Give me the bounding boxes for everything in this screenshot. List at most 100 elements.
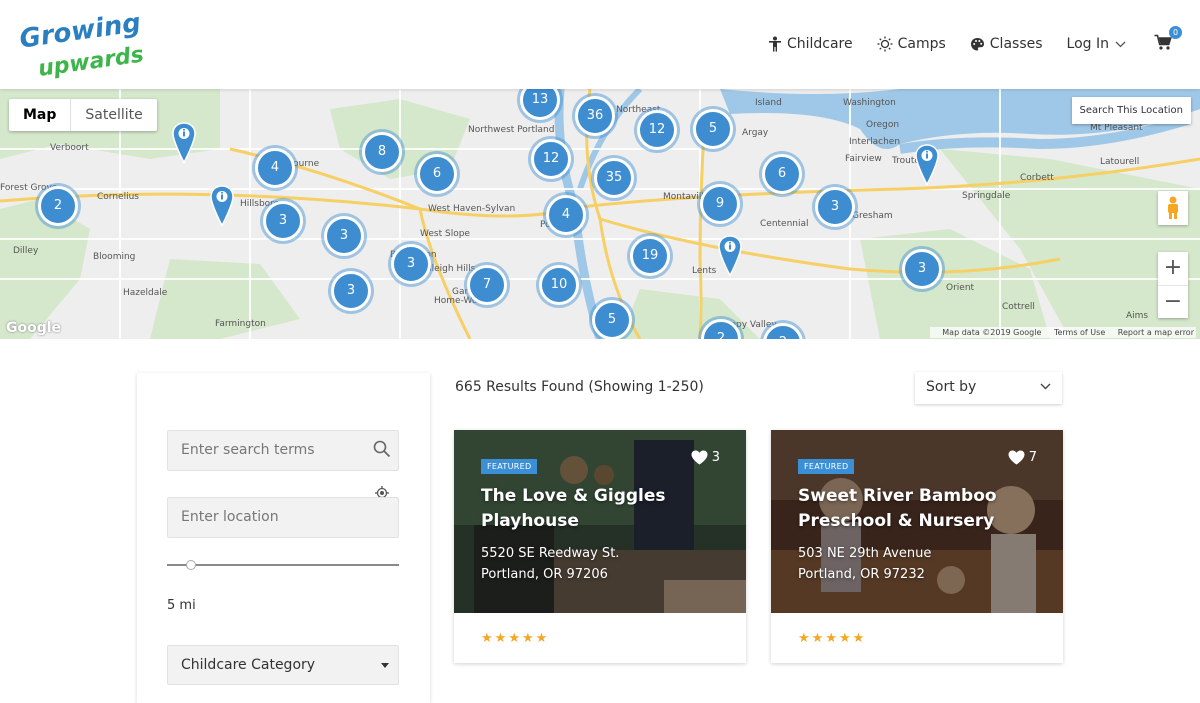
star-icon: ★ xyxy=(798,631,810,646)
favorite-count: 7 xyxy=(1028,450,1037,465)
nav-camps[interactable]: Camps xyxy=(877,36,946,52)
map-pin-marker[interactable] xyxy=(210,185,234,227)
search-terms-input[interactable]: Enter search terms xyxy=(167,430,399,471)
login-menu[interactable]: Log In xyxy=(1067,36,1126,52)
google-logo: Google xyxy=(6,320,62,336)
map-place-label: Centennial xyxy=(760,219,809,229)
map-cluster-marker[interactable]: 35 xyxy=(594,158,634,198)
caret-down-icon xyxy=(381,663,389,668)
nav-childcare[interactable]: Childcare xyxy=(768,36,853,52)
radius-slider-handle[interactable] xyxy=(186,560,196,570)
map-place-label: Springdale xyxy=(962,191,1011,201)
map-place-label: Latourell xyxy=(1100,157,1140,167)
nav-classes[interactable]: Classes xyxy=(970,36,1043,52)
favorite-count: 3 xyxy=(711,450,720,465)
favorite-button[interactable]: 7 xyxy=(1008,450,1037,465)
map-place-label: Blooming xyxy=(93,252,136,262)
listing-title[interactable]: Sweet River Bamboo Preschool & Nursery xyxy=(798,484,1038,534)
sun-icon xyxy=(877,36,893,52)
map-report-link[interactable]: Report a map error xyxy=(1118,328,1194,337)
listing-photo: FEATURED 3 The Love & Giggles Playhouse … xyxy=(454,430,746,613)
map-place-label: Island xyxy=(755,98,782,108)
map-terms-link[interactable]: Terms of Use xyxy=(1054,328,1105,337)
listing-title[interactable]: The Love & Giggles Playhouse xyxy=(481,484,721,534)
location-input[interactable]: Enter location xyxy=(167,497,399,538)
map-cluster-marker[interactable]: 19 xyxy=(630,236,670,276)
map-cluster-marker[interactable]: 3 xyxy=(263,201,303,241)
radius-slider[interactable] xyxy=(167,560,399,570)
map-cluster-marker[interactable]: 12 xyxy=(531,139,571,179)
search-terms-placeholder: Enter search terms xyxy=(181,442,315,458)
map-cluster-marker[interactable]: 5 xyxy=(693,109,733,149)
map-cluster-marker[interactable]: 3 xyxy=(331,271,371,311)
map-cluster-marker[interactable]: 2 xyxy=(38,186,78,226)
map-pin-marker[interactable] xyxy=(718,235,742,277)
map-place-label: Verboort xyxy=(50,143,89,153)
listing-address: 5520 SE Reedway St. Portland, OR 97206 xyxy=(481,543,619,585)
main-nav: Childcare Camps Classes Log In 0 xyxy=(744,26,1182,54)
map-place-label: Gresham xyxy=(852,211,893,221)
map-cluster-marker[interactable]: 3 xyxy=(815,187,855,227)
listing-address: 503 NE 29th Avenue Portland, OR 97232 xyxy=(798,543,931,585)
map-cluster-marker[interactable]: 10 xyxy=(539,265,579,305)
sort-by-label: Sort by xyxy=(926,379,977,395)
map-cluster-marker[interactable]: 6 xyxy=(417,154,457,194)
street-view-pegman[interactable] xyxy=(1158,191,1188,225)
map-place-label: Farmington xyxy=(215,319,266,329)
map-place-label: Washington xyxy=(843,98,896,108)
featured-badge: FEATURED xyxy=(481,459,538,474)
filter-sidebar: Enter search terms Enter location 5 mi C… xyxy=(137,373,430,703)
location-placeholder: Enter location xyxy=(181,509,279,525)
map-attribution: Map data ©2019 Google Terms of Use Repor… xyxy=(930,327,1196,338)
person-icon xyxy=(768,36,781,52)
zoom-out-button[interactable]: − xyxy=(1158,285,1188,318)
map-view[interactable]: Map Satellite Search This Location + − G… xyxy=(0,89,1200,339)
favorite-button[interactable]: 3 xyxy=(691,450,720,465)
map-pin-marker[interactable] xyxy=(915,144,939,186)
map-cluster-marker[interactable]: 7 xyxy=(467,265,507,305)
growing-upwards-logo[interactable]: Growing upwards xyxy=(16,8,161,84)
chevron-down-icon xyxy=(1040,383,1051,390)
childcare-category-select[interactable]: Childcare Category xyxy=(167,645,399,685)
map-place-label: Aims xyxy=(1126,311,1149,321)
site-header: Growing upwards Childcare Camps Classes … xyxy=(0,0,1200,89)
map-cluster-marker[interactable]: 3 xyxy=(391,244,431,284)
map-place-label: Oregon xyxy=(866,120,900,130)
map-cluster-marker[interactable]: 3 xyxy=(324,216,364,256)
search-this-location-button[interactable]: Search This Location xyxy=(1071,97,1191,124)
map-cluster-marker[interactable]: 36 xyxy=(575,96,615,136)
palette-icon xyxy=(970,37,984,50)
map-cluster-marker[interactable]: 5 xyxy=(592,300,632,339)
address-line1: 5520 SE Reedway St. xyxy=(481,546,620,561)
address-line2: Portland, OR 97206 xyxy=(481,567,608,582)
map-cluster-marker[interactable]: 8 xyxy=(362,132,402,172)
cart-icon xyxy=(1154,34,1172,50)
map-cluster-marker[interactable]: 12 xyxy=(637,110,677,150)
nav-childcare-label: Childcare xyxy=(786,36,853,52)
map-cluster-marker[interactable]: 6 xyxy=(762,154,802,194)
search-icon[interactable] xyxy=(373,440,391,458)
map-type-satellite[interactable]: Satellite xyxy=(70,99,156,131)
star-icon: ★ xyxy=(535,631,548,646)
map-place-label: Cornelius xyxy=(97,192,139,202)
star-icon: ★ xyxy=(838,631,851,646)
map-place-label: West Slope xyxy=(420,229,470,239)
star-icon: ★ xyxy=(494,631,507,646)
map-cluster-marker[interactable]: 3 xyxy=(902,249,942,289)
cart-button[interactable]: 0 xyxy=(1154,26,1182,54)
map-cluster-marker[interactable]: 4 xyxy=(546,195,586,235)
sort-by-dropdown[interactable]: Sort by xyxy=(915,372,1062,404)
zoom-in-button[interactable]: + xyxy=(1158,252,1188,285)
map-type-map[interactable]: Map xyxy=(9,99,70,131)
nav-classes-label: Classes xyxy=(989,36,1043,52)
results-count: 665 Results Found (Showing 1-250) xyxy=(455,379,704,395)
login-label: Log In xyxy=(1066,36,1109,52)
chevron-down-icon xyxy=(1115,41,1126,47)
listing-card[interactable]: FEATURED 7 Sweet River Bamboo Preschool … xyxy=(771,430,1063,663)
map-place-label: Hazeldale xyxy=(123,288,168,298)
map-pin-marker[interactable] xyxy=(172,122,196,164)
map-cluster-marker[interactable]: 4 xyxy=(255,148,295,188)
map-place-label: Lents xyxy=(692,266,717,276)
listing-card[interactable]: FEATURED 3 The Love & Giggles Playhouse … xyxy=(454,430,746,663)
map-cluster-marker[interactable]: 9 xyxy=(700,184,740,224)
